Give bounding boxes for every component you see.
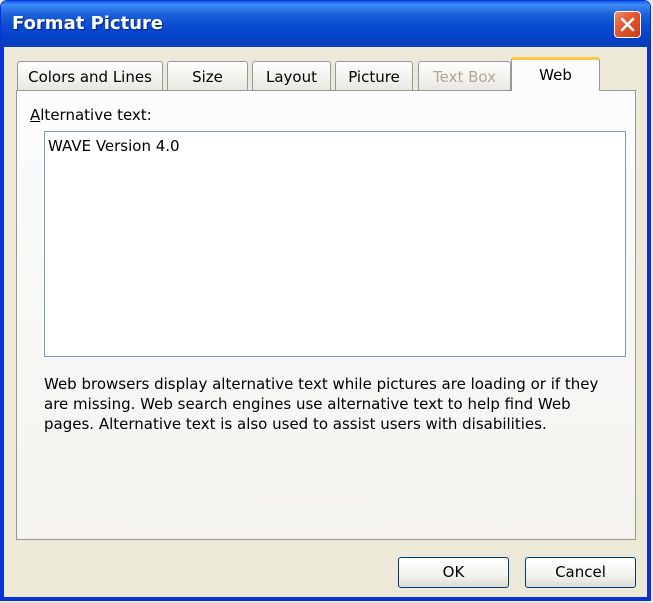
help-text: Web browsers display alternative text wh… xyxy=(44,375,599,433)
tab-colors-and-lines[interactable]: Colors and Lines xyxy=(17,61,163,90)
cancel-button[interactable]: Cancel xyxy=(525,557,636,588)
title-bar[interactable]: Format Picture xyxy=(1,1,650,47)
ok-button[interactable]: OK xyxy=(398,557,509,588)
window-border-right xyxy=(647,47,650,600)
tab-size[interactable]: Size xyxy=(167,61,248,90)
close-button[interactable] xyxy=(614,11,641,38)
tab-text-box: Text Box xyxy=(418,61,511,90)
alternative-text-accelerator: A xyxy=(30,106,41,124)
alternative-text-field[interactable]: WAVE Version 4.0 xyxy=(44,131,626,357)
window-border-bottom xyxy=(1,597,650,600)
tab-picture[interactable]: Picture xyxy=(335,61,413,90)
window-border-left xyxy=(1,47,4,600)
alternative-text-label-rest: lternative text: xyxy=(40,106,152,124)
tab-layout[interactable]: Layout xyxy=(252,61,331,90)
format-picture-dialog: Format Picture Colors and Lines Size Lay… xyxy=(0,0,651,601)
web-tab-panel: Alternative text: WAVE Version 4.0 Web b… xyxy=(16,90,636,540)
window-title: Format Picture xyxy=(12,13,164,34)
alternative-text-label: Alternative text: xyxy=(30,106,152,124)
tab-web[interactable]: Web xyxy=(511,57,600,91)
